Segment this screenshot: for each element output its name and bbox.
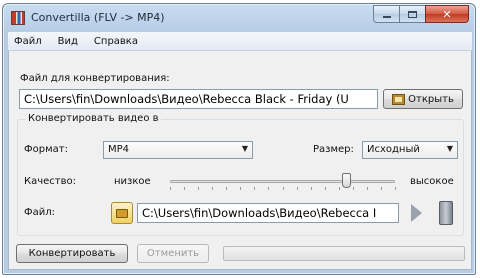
open-button-label: Открыть <box>408 93 454 105</box>
quality-slider-tick <box>226 187 227 190</box>
minimize-button[interactable] <box>373 5 399 23</box>
open-button[interactable]: Открыть <box>383 89 463 109</box>
format-value: MP4 <box>108 144 130 155</box>
convert-button[interactable]: Конвертировать <box>16 244 128 263</box>
quality-high-label: высокое <box>410 176 454 187</box>
convert-group-title: Конвертировать видео в <box>26 113 161 124</box>
open-folder-icon <box>392 93 406 105</box>
output-file-label: Файл: <box>24 207 55 218</box>
close-icon: ✕ <box>442 7 452 21</box>
quality-slider-tick <box>395 187 396 190</box>
menu-help[interactable]: Справка <box>92 35 140 48</box>
quality-slider-tick <box>297 187 298 190</box>
quality-slider-tick <box>353 187 354 190</box>
output-file-input[interactable]: C:\Users\fin\Downloads\Видео\Rebecca I <box>137 203 399 223</box>
quality-label: Качество: <box>24 176 76 187</box>
source-file-input[interactable]: C:\Users\fin\Downloads\Видео\Rebecca Bla… <box>19 89 378 109</box>
window-title: Convertilla (FLV -> MP4) <box>31 11 165 24</box>
close-button[interactable]: ✕ <box>425 5 469 23</box>
play-icon[interactable] <box>411 204 422 222</box>
quality-slider-tick <box>240 187 241 190</box>
menu-view[interactable]: Вид <box>56 35 80 48</box>
conversion-progress-bar <box>223 246 465 261</box>
cancel-button-label: Отменить <box>146 248 200 259</box>
chevron-down-icon: ▼ <box>446 144 453 153</box>
quality-slider-tick <box>325 187 326 190</box>
format-select[interactable]: MP4 ▼ <box>103 141 253 159</box>
convert-button-label: Конвертировать <box>28 248 116 259</box>
quality-slider-tick <box>212 187 213 190</box>
quality-slider-tick <box>268 187 269 190</box>
quality-slider-tick <box>198 187 199 190</box>
convert-group: Конвертировать видео в Формат: MP4 ▼ Раз… <box>17 113 464 236</box>
menu-bar: Файл Вид Справка <box>8 32 472 51</box>
browse-output-button[interactable] <box>111 202 133 224</box>
minimize-icon <box>382 15 391 18</box>
cancel-button[interactable]: Отменить <box>137 244 209 263</box>
title-bar[interactable]: Convertilla (FLV -> MP4) ✕ <box>3 4 475 32</box>
quality-slider-track[interactable] <box>170 180 395 183</box>
app-icon <box>11 11 25 25</box>
quality-low-label: низкое <box>114 176 151 187</box>
size-label: Размер: <box>313 144 354 155</box>
quality-slider-tick <box>311 187 312 190</box>
folder-icon <box>116 208 128 218</box>
client-area: Файл для конвертирования: C:\Users\fin\D… <box>8 51 472 270</box>
source-file-label: Файл для конвертирования: <box>20 73 170 84</box>
quality-slider-tick <box>381 187 382 190</box>
size-value: Исходный <box>367 144 420 155</box>
quality-slider-tick <box>367 187 368 190</box>
quality-slider-thumb[interactable] <box>342 173 351 188</box>
quality-slider-tick <box>254 187 255 190</box>
maximize-icon <box>408 10 417 18</box>
menu-file[interactable]: Файл <box>12 35 44 48</box>
device-icon[interactable] <box>439 201 453 225</box>
chevron-down-icon: ▼ <box>241 144 248 153</box>
quality-slider-tick <box>339 187 340 190</box>
maximize-button[interactable] <box>399 5 425 23</box>
quality-slider-tick <box>184 187 185 190</box>
quality-slider-tick <box>283 187 284 190</box>
quality-slider-tick <box>170 187 171 190</box>
app-window: Convertilla (FLV -> MP4) ✕ Файл Вид Спра… <box>2 3 476 275</box>
size-select[interactable]: Исходный ▼ <box>362 141 458 159</box>
window-controls: ✕ <box>373 5 469 24</box>
format-label: Формат: <box>24 144 68 155</box>
